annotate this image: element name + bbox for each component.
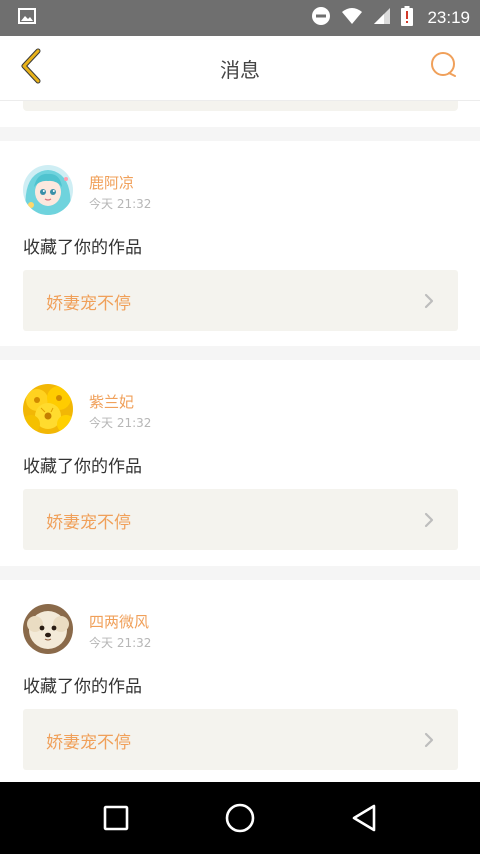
wifi-icon <box>341 7 363 29</box>
divider <box>0 127 480 141</box>
square-icon <box>103 805 129 831</box>
message-item: 紫兰妃 今天 21:32 收藏了你的作品 娇妻宠不停 <box>0 360 480 566</box>
message-list[interactable]: 鹿阿凉 今天 21:32 收藏了你的作品 娇妻宠不停 紫兰妃 今天 21:32 … <box>0 101 480 781</box>
screen: 23:19 消息 鹿阿凉 今天 21:32 收藏了你的作品 娇妻宠不停 紫兰妃 … <box>0 0 480 854</box>
search-icon <box>429 51 459 85</box>
chevron-right-icon <box>424 512 434 528</box>
nav-back-button[interactable] <box>346 800 382 836</box>
app-header: 消息 <box>0 36 480 101</box>
username[interactable]: 鹿阿凉 <box>89 172 134 193</box>
circle-icon <box>225 803 255 833</box>
avatar[interactable] <box>23 165 73 215</box>
image-notification-icon <box>18 8 36 28</box>
work-card[interactable]: 娇妻宠不停 <box>23 270 458 331</box>
work-card[interactable]: 娇妻宠不停 <box>23 489 458 550</box>
divider <box>0 566 480 580</box>
home-button[interactable] <box>222 800 258 836</box>
signal-icon <box>373 7 391 29</box>
message-item: 四两微风 今天 21:32 收藏了你的作品 娇妻宠不停 <box>0 580 480 781</box>
timestamp: 今天 21:32 <box>89 636 152 650</box>
work-card[interactable]: 娇妻宠不停 <box>23 709 458 770</box>
triangle-back-icon <box>352 804 376 832</box>
yellow-flowers-avatar <box>23 384 73 434</box>
back-button[interactable] <box>10 48 50 88</box>
search-button[interactable] <box>426 50 462 86</box>
message-item: 鹿阿凉 今天 21:32 收藏了你的作品 娇妻宠不停 <box>0 141 480 347</box>
avatar[interactable] <box>23 384 73 434</box>
avatar[interactable] <box>23 604 73 654</box>
work-title: 娇妻宠不停 <box>46 294 131 314</box>
status-bar: 23:19 <box>0 0 480 36</box>
chevron-left-icon <box>18 48 42 88</box>
timestamp: 今天 21:32 <box>89 197 152 211</box>
white-puppy-avatar <box>23 604 73 654</box>
action-text: 收藏了你的作品 <box>23 457 142 477</box>
work-title: 娇妻宠不停 <box>46 513 131 533</box>
status-time: 23:19 <box>427 8 470 27</box>
chevron-right-icon <box>424 732 434 748</box>
do-not-disturb-icon <box>311 6 331 30</box>
action-text: 收藏了你的作品 <box>23 238 142 258</box>
username[interactable]: 四两微风 <box>89 611 149 632</box>
work-title: 娇妻宠不停 <box>46 733 131 753</box>
previous-work-card[interactable] <box>23 101 458 111</box>
divider <box>0 346 480 360</box>
action-text: 收藏了你的作品 <box>23 677 142 697</box>
page-title: 消息 <box>220 57 260 82</box>
chevron-right-icon <box>424 293 434 309</box>
anime-girl-avatar <box>23 165 73 215</box>
timestamp: 今天 21:32 <box>89 416 152 430</box>
battery-alert-icon <box>401 6 414 30</box>
recent-apps-button[interactable] <box>98 800 134 836</box>
username[interactable]: 紫兰妃 <box>89 391 134 412</box>
navigation-bar <box>0 782 480 854</box>
